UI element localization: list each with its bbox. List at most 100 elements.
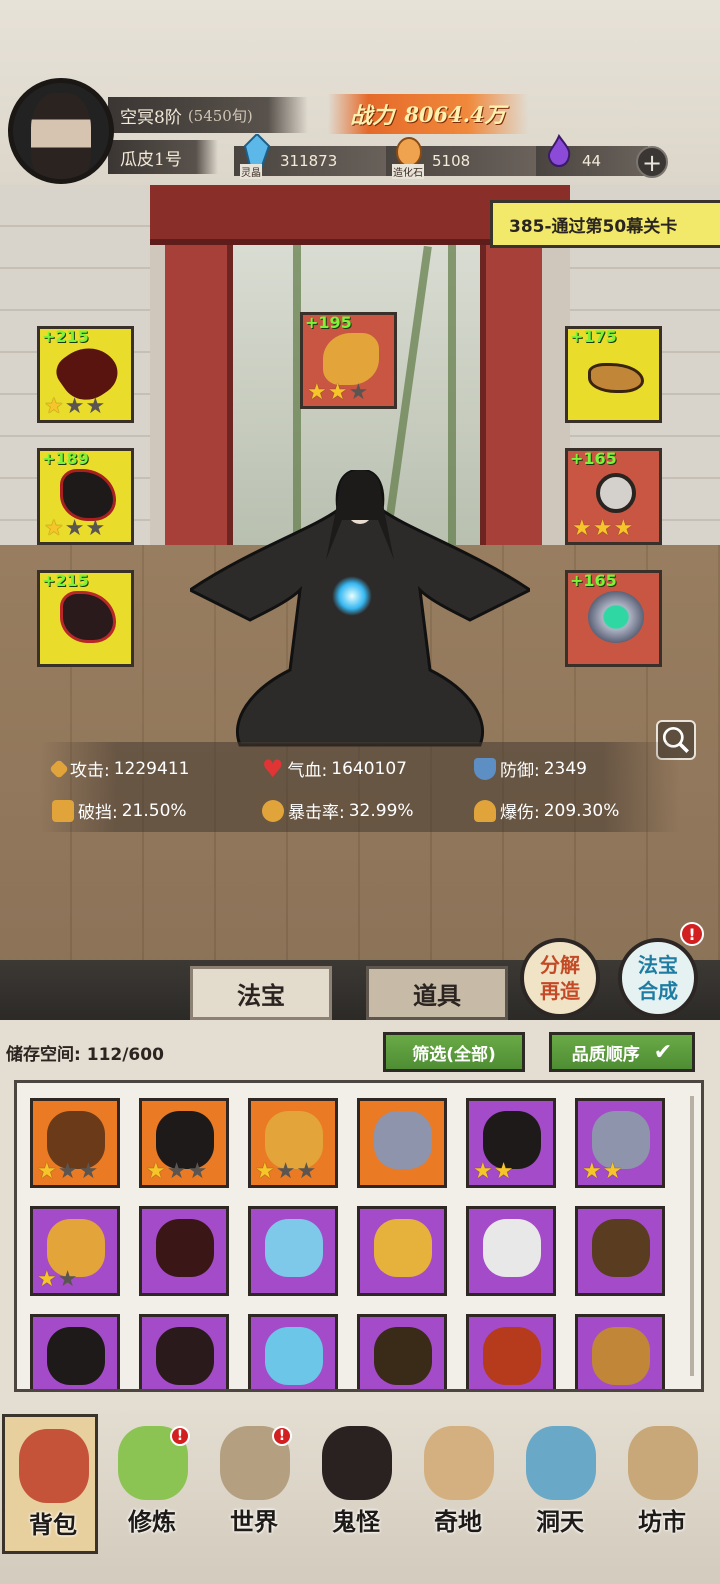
synthesize-button[interactable]: 法宝 合成	[618, 938, 698, 1018]
sword-icon	[49, 758, 69, 779]
star-rating: ★ ★ ★	[146, 1159, 208, 1184]
star-rating: ★ ★ ★	[255, 1159, 317, 1184]
crystal-icon	[265, 1327, 323, 1385]
nav-label: 奇地	[434, 1507, 482, 1536]
inventory-item[interactable]: ★ ★	[466, 1098, 556, 1188]
nav-label: 背包	[29, 1510, 77, 1539]
stat-value: 2349	[543, 758, 587, 779]
robe-icon	[47, 1327, 105, 1385]
inventory-item[interactable]	[466, 1314, 556, 1389]
crystal-icon	[243, 134, 271, 167]
tab-treasure[interactable]: 法宝	[190, 966, 332, 1020]
nav-item[interactable]: 洞天	[512, 1414, 608, 1554]
bow-icon	[265, 1219, 323, 1277]
inventory-item[interactable]	[357, 1314, 447, 1389]
equip-slot-weapon[interactable]: +215 ★ ★ ★	[37, 326, 134, 423]
equip-slot-robe[interactable]: +189 ★ ★ ★	[37, 448, 134, 545]
stat-label: 攻击:	[70, 761, 110, 781]
stat-attack: 攻击: 1229411	[49, 756, 190, 781]
inventory-item[interactable]: ★ ★	[30, 1206, 120, 1296]
crit-icon	[262, 799, 284, 822]
avatar[interactable]	[8, 78, 114, 184]
stat-hp: ♥ 气血: 1640107	[262, 756, 407, 782]
inventory-item[interactable]: ★ ★ ★	[139, 1098, 229, 1188]
filter-dropdown[interactable]: 筛选(全部)	[383, 1032, 525, 1072]
stats-panel: 攻击: 1229411 ♥ 气血: 1640107 防御: 2349 破挡: 2…	[40, 742, 680, 832]
inventory-item[interactable]	[466, 1206, 556, 1296]
stat-label: 暴击率:	[288, 803, 345, 823]
inventory-item[interactable]	[139, 1206, 229, 1296]
pierce-icon	[52, 799, 74, 822]
power-value: 8064.4万	[404, 102, 506, 127]
realm-duration: (5450旬)	[187, 106, 253, 125]
equip-slot-crown[interactable]: +175	[565, 326, 662, 423]
market-stall-icon	[628, 1426, 698, 1500]
nav-item[interactable]: 鬼怪	[308, 1414, 404, 1554]
brown-robe-icon	[592, 1219, 650, 1277]
talisman-icon	[323, 333, 379, 385]
boots-icon	[60, 591, 116, 643]
inventory-grid: ★ ★ ★ ★ ★ ★ ★ ★ ★ ★ ★ ★ ★ ★ ★	[14, 1080, 704, 1392]
decompose-button[interactable]: 分解 再造	[520, 938, 600, 1018]
inventory-item[interactable]: ★ ★ ★	[248, 1098, 338, 1188]
necklace-icon	[596, 473, 636, 513]
boots-icon	[156, 1327, 214, 1385]
storage-label: 储存空间:	[6, 1045, 81, 1065]
star-rating: ★ ★	[473, 1159, 514, 1184]
synthesize-label-1: 法宝	[638, 953, 678, 977]
equip-slot-boots[interactable]: +215	[37, 570, 134, 667]
portal-icon	[526, 1426, 596, 1500]
equip-slot-talisman[interactable]: +195 ★ ★ ★	[300, 312, 397, 409]
star-rating: ★ ★ ★	[44, 394, 106, 419]
cultivator-character	[190, 470, 530, 747]
stat-value: 1640107	[331, 758, 407, 779]
resource-creation-stone[interactable]: 造化石 5108	[386, 137, 536, 179]
quest-banner[interactable]: 385-通过第50幕关卡	[490, 200, 720, 248]
mask-icon	[374, 1219, 432, 1277]
stone-icon	[396, 137, 422, 167]
inventory-item[interactable]	[575, 1314, 665, 1389]
resource-caption: 灵晶	[240, 164, 262, 179]
stat-defense: 防御: 2349	[474, 756, 587, 781]
nav-item[interactable]: 奇地	[410, 1414, 506, 1554]
resource-soul-flame[interactable]: 44	[536, 134, 648, 176]
inventory-item[interactable]: ★ ★	[575, 1098, 665, 1188]
inventory-item[interactable]	[248, 1314, 338, 1389]
resource-spirit-crystal[interactable]: 灵晶 311873	[234, 134, 394, 179]
resource-value: 311873	[280, 152, 338, 170]
inventory-item[interactable]: ★ ★ ★	[30, 1098, 120, 1188]
crown-icon	[592, 1327, 650, 1385]
stat-value: 21.50%	[121, 800, 187, 821]
stat-value: 209.30%	[543, 800, 620, 821]
stat-value: 1229411	[113, 758, 190, 779]
nav-item[interactable]: 坊市	[614, 1414, 710, 1554]
inventory-item[interactable]	[139, 1314, 229, 1389]
plus-icon: +	[641, 149, 663, 177]
inventory-item[interactable]	[575, 1206, 665, 1296]
white-robe-icon	[483, 1219, 541, 1277]
equip-slot-ring[interactable]: +165	[565, 570, 662, 667]
resource-value: 44	[582, 152, 602, 170]
slot-bonus: +165	[570, 449, 617, 468]
sort-label: 品质顺序	[571, 1044, 640, 1065]
nav-item[interactable]: 背包	[2, 1414, 98, 1554]
slot-bonus: +189	[42, 449, 89, 468]
dagger-icon	[374, 1327, 432, 1385]
add-currency-button[interactable]: +	[636, 146, 668, 178]
star-rating: ★ ★ ★	[307, 380, 369, 405]
synthesize-label-2: 合成	[638, 979, 678, 1003]
decompose-label-1: 分解	[540, 953, 580, 977]
star-rating: ★ ★ ★	[572, 516, 634, 541]
sort-dropdown[interactable]: 品质顺序 ✔	[549, 1032, 695, 1072]
inventory-item[interactable]	[357, 1098, 447, 1188]
inventory-item[interactable]	[248, 1206, 338, 1296]
inventory-scrollbar[interactable]	[690, 1096, 694, 1376]
inventory-item[interactable]	[30, 1314, 120, 1389]
nav-label: 鬼怪	[332, 1507, 380, 1536]
tab-items[interactable]: 道具	[366, 966, 508, 1020]
equip-slot-necklace[interactable]: +165 ★ ★ ★	[565, 448, 662, 545]
inventory-item[interactable]	[357, 1206, 447, 1296]
lion-icon	[483, 1327, 541, 1385]
storage-capacity: 储存空间: 112/600	[6, 1040, 164, 1065]
bag-icon	[19, 1429, 89, 1503]
